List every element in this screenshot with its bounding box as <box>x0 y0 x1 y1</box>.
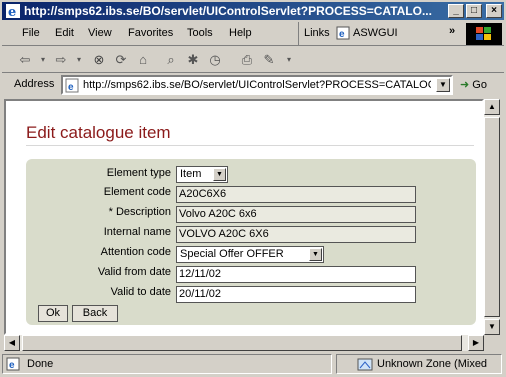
attention-code-label: Attention code <box>100 246 171 258</box>
ok-button[interactable]: Ok <box>38 305 68 322</box>
scroll-thumb[interactable] <box>484 117 500 317</box>
menu-view[interactable]: View <box>88 27 112 39</box>
links-more-chevron[interactable]: » <box>449 25 455 37</box>
menu-help[interactable]: Help <box>229 27 252 39</box>
stop-icon[interactable]: ⊗ <box>90 51 108 69</box>
links-bar: Links e ASWGUI » <box>298 22 468 46</box>
page-icon: e <box>65 78 79 93</box>
horizontal-scrollbar[interactable]: ◀ ▶ <box>4 335 484 351</box>
refresh-icon[interactable]: ⟳ <box>112 51 130 69</box>
chevron-down-icon[interactable]: ▼ <box>213 168 226 181</box>
forward-arrow-icon[interactable]: ⇨ <box>52 51 70 69</box>
go-arrow-icon: ➜ <box>460 79 470 91</box>
scroll-right-icon[interactable]: ▶ <box>468 335 484 351</box>
internal-name-field[interactable]: VOLVO A20C 6X6 <box>176 226 416 243</box>
edit-dropdown-icon[interactable]: ▾ <box>280 51 298 69</box>
description-field[interactable]: Volvo A20C 6x6 <box>176 206 416 223</box>
attention-code-value: Special Offer OFFER <box>180 248 284 260</box>
history-icon[interactable]: ◷ <box>206 51 224 69</box>
edit-form: Element type Item ▼ Element code A20C6X6… <box>26 159 476 325</box>
menu-edit[interactable]: Edit <box>55 27 74 39</box>
edit-icon[interactable]: ✎ <box>260 51 278 69</box>
element-code-label: Element code <box>103 186 171 198</box>
valid-to-label: Valid to date <box>110 286 171 298</box>
search-icon[interactable]: ⌕ <box>162 51 180 69</box>
valid-from-field[interactable]: 12/11/02 <box>176 266 416 283</box>
internal-name-label: Internal name <box>103 226 171 238</box>
ie-icon: e <box>6 4 20 19</box>
browser-window: e http://smps62.ibs.se/BO/servlet/UICont… <box>0 0 506 377</box>
menu-file[interactable]: File <box>22 27 40 39</box>
status-bar: e Done Unknown Zone (Mixed <box>2 353 504 375</box>
go-label: Go <box>472 79 487 91</box>
valid-to-field[interactable]: 20/11/02 <box>176 286 416 303</box>
window-title: http://smps62.ibs.se/BO/servlet/UIContro… <box>24 4 432 18</box>
scroll-down-icon[interactable]: ▼ <box>484 319 500 335</box>
title-divider <box>26 145 474 146</box>
svg-text:e: e <box>68 82 74 93</box>
globe-icon <box>357 358 373 371</box>
vertical-scrollbar[interactable]: ▲ ▼ <box>484 99 500 335</box>
scroll-corner <box>484 335 500 351</box>
scroll-thumb[interactable] <box>22 335 462 351</box>
standard-toolbar: ⇦ ▾ ⇨ ▾ ⊗ ⟳ ⌂ ⌕ ✱ ◷ ⎙ ✎ ▾ <box>2 47 504 73</box>
maximize-button[interactable]: □ <box>466 4 482 18</box>
address-bar: Address e http://smps62.ibs.se/BO/servle… <box>2 73 504 97</box>
address-field[interactable]: e http://smps62.ibs.se/BO/servlet/UICont… <box>61 75 453 95</box>
valid-from-label: Valid from date <box>97 266 171 278</box>
element-type-label: Element type <box>106 167 171 179</box>
address-dropdown-icon[interactable]: ▼ <box>436 78 450 92</box>
title-bar[interactable]: e http://smps62.ibs.se/BO/servlet/UICont… <box>2 2 504 20</box>
print-icon[interactable]: ⎙ <box>238 51 256 69</box>
links-label[interactable]: Links <box>304 27 330 39</box>
description-label: * Description <box>108 206 171 218</box>
status-text: Done <box>27 358 54 370</box>
svg-text:e: e <box>339 29 345 40</box>
back-button[interactable]: Back <box>72 305 118 322</box>
windows-logo-icon <box>466 23 502 45</box>
scroll-up-icon[interactable]: ▲ <box>484 99 500 115</box>
page-icon: e <box>6 357 20 371</box>
address-label: Address <box>14 78 55 90</box>
close-button[interactable]: × <box>486 4 502 18</box>
zone-text: Unknown Zone (Mixed <box>377 358 488 370</box>
menu-favorites[interactable]: Favorites <box>128 27 173 39</box>
status-main: e Done <box>2 354 332 374</box>
minimize-button[interactable]: _ <box>448 4 464 18</box>
attention-code-select[interactable]: Special Offer OFFER ▼ <box>176 246 324 263</box>
svg-text:e: e <box>9 360 15 371</box>
go-button[interactable]: ➜ Go <box>460 78 487 91</box>
page-title: Edit catalogue item <box>26 123 171 142</box>
menu-tools[interactable]: Tools <box>187 27 213 39</box>
element-type-value: Item <box>180 168 202 180</box>
forward-dropdown-icon[interactable]: ▾ <box>70 51 88 69</box>
scroll-left-icon[interactable]: ◀ <box>4 335 20 351</box>
links-aswgui[interactable]: ASWGUI <box>353 27 398 39</box>
page-content: Edit catalogue item Element type Item ▼ … <box>4 99 484 335</box>
svg-text:e: e <box>8 5 16 19</box>
address-url[interactable]: http://smps62.ibs.se/BO/servlet/UIContro… <box>83 79 431 91</box>
back-dropdown-icon[interactable]: ▾ <box>34 51 52 69</box>
element-code-field: A20C6X6 <box>176 186 416 203</box>
chevron-down-icon[interactable]: ▼ <box>309 248 322 261</box>
page-icon: e <box>336 26 350 40</box>
back-arrow-icon[interactable]: ⇦ <box>16 51 34 69</box>
favorites-icon[interactable]: ✱ <box>184 51 202 69</box>
element-type-select[interactable]: Item ▼ <box>176 166 228 183</box>
home-icon[interactable]: ⌂ <box>134 51 152 69</box>
status-zone: Unknown Zone (Mixed <box>336 354 502 374</box>
